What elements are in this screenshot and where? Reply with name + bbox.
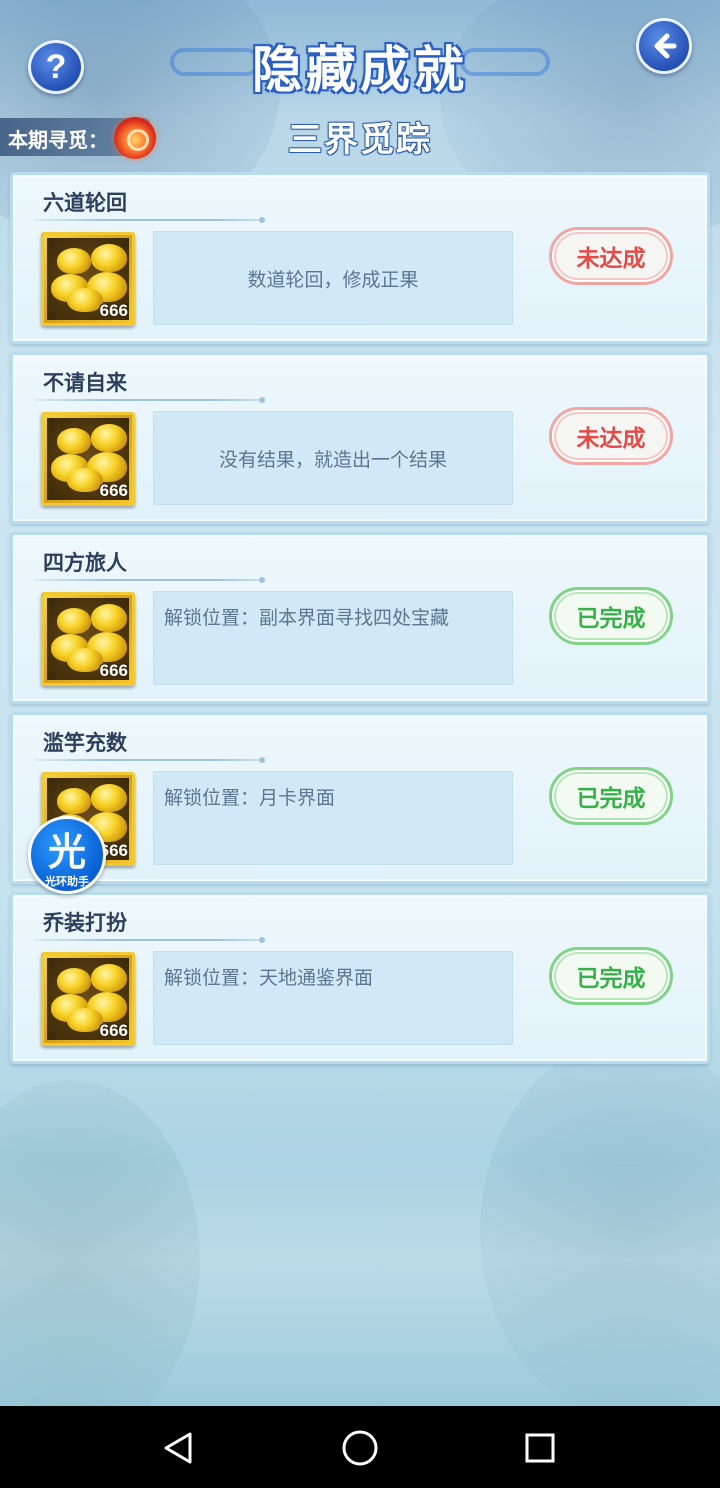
divider [35,937,265,943]
reward-count: 666 [99,661,128,680]
circle-home-icon [342,1430,378,1466]
achievement-card: 六道轮回 666 数道轮回，修成正果 未达成 [10,172,710,344]
achievement-card: 滥竽充数 666 解锁位置：月卡界面 已完成 [10,712,710,884]
achievement-title: 六道轮回 [43,191,127,215]
nav-back-button[interactable] [158,1428,198,1468]
achievement-description: 解锁位置：副本界面寻找四处宝藏 [153,591,513,685]
triangle-back-icon [164,1432,192,1464]
reward-count: 666 [99,1021,128,1040]
square-recents-icon [525,1433,555,1463]
question-icon: ? [45,47,67,86]
achievement-description: 没有结果，就造出一个结果 [153,411,513,505]
status-badge[interactable]: 已完成 [549,767,673,825]
achievement-card: 四方旅人 666 解锁位置：副本界面寻找四处宝藏 已完成 [10,532,710,704]
divider [35,577,265,583]
assistant-logo-icon: 光 [47,830,86,874]
reward-item[interactable]: 666 [41,232,135,326]
nav-recents-button[interactable] [520,1428,560,1468]
achievement-description: 解锁位置：月卡界面 [153,771,513,865]
reward-item[interactable]: 666 [41,952,135,1046]
back-arrow-icon [654,33,677,59]
achievement-title: 不请自来 [43,371,127,395]
system-navigation-bar [0,1406,720,1488]
help-button[interactable]: ? [28,40,84,94]
achievement-description: 解锁位置：天地通鉴界面 [153,951,513,1045]
reward-item[interactable]: 666 [41,412,135,506]
achievement-card: 不请自来 666 没有结果，就造出一个结果 未达成 [10,352,710,524]
status-badge[interactable]: 未达成 [549,227,673,285]
divider [35,397,265,403]
page-title: 隐藏成就 [252,41,468,99]
title-banner: 隐藏成就 [170,26,550,99]
reward-count: 666 [99,301,128,320]
achievement-card: 乔装打扮 666 解锁位置：天地通鉴界面 已完成 [10,892,710,1064]
divider [35,757,265,763]
achievement-description: 数道轮回，修成正果 [153,231,513,325]
divider [35,217,265,223]
back-button[interactable] [636,18,692,74]
reward-count: 666 [99,481,128,500]
assistant-float-button[interactable]: 光 光环助手 [28,816,106,894]
status-badge[interactable]: 已完成 [549,587,673,645]
nav-home-button[interactable] [340,1428,380,1468]
achievement-title: 乔装打扮 [43,911,127,935]
achievement-title: 滥竽充数 [43,731,127,755]
achievement-title: 四方旅人 [43,551,127,575]
status-badge[interactable]: 已完成 [549,947,673,1005]
status-badge[interactable]: 未达成 [549,407,673,465]
reward-item[interactable]: 666 [41,592,135,686]
period-name: 三界觅踪 [288,120,432,160]
assistant-label: 光环助手 [45,875,89,888]
